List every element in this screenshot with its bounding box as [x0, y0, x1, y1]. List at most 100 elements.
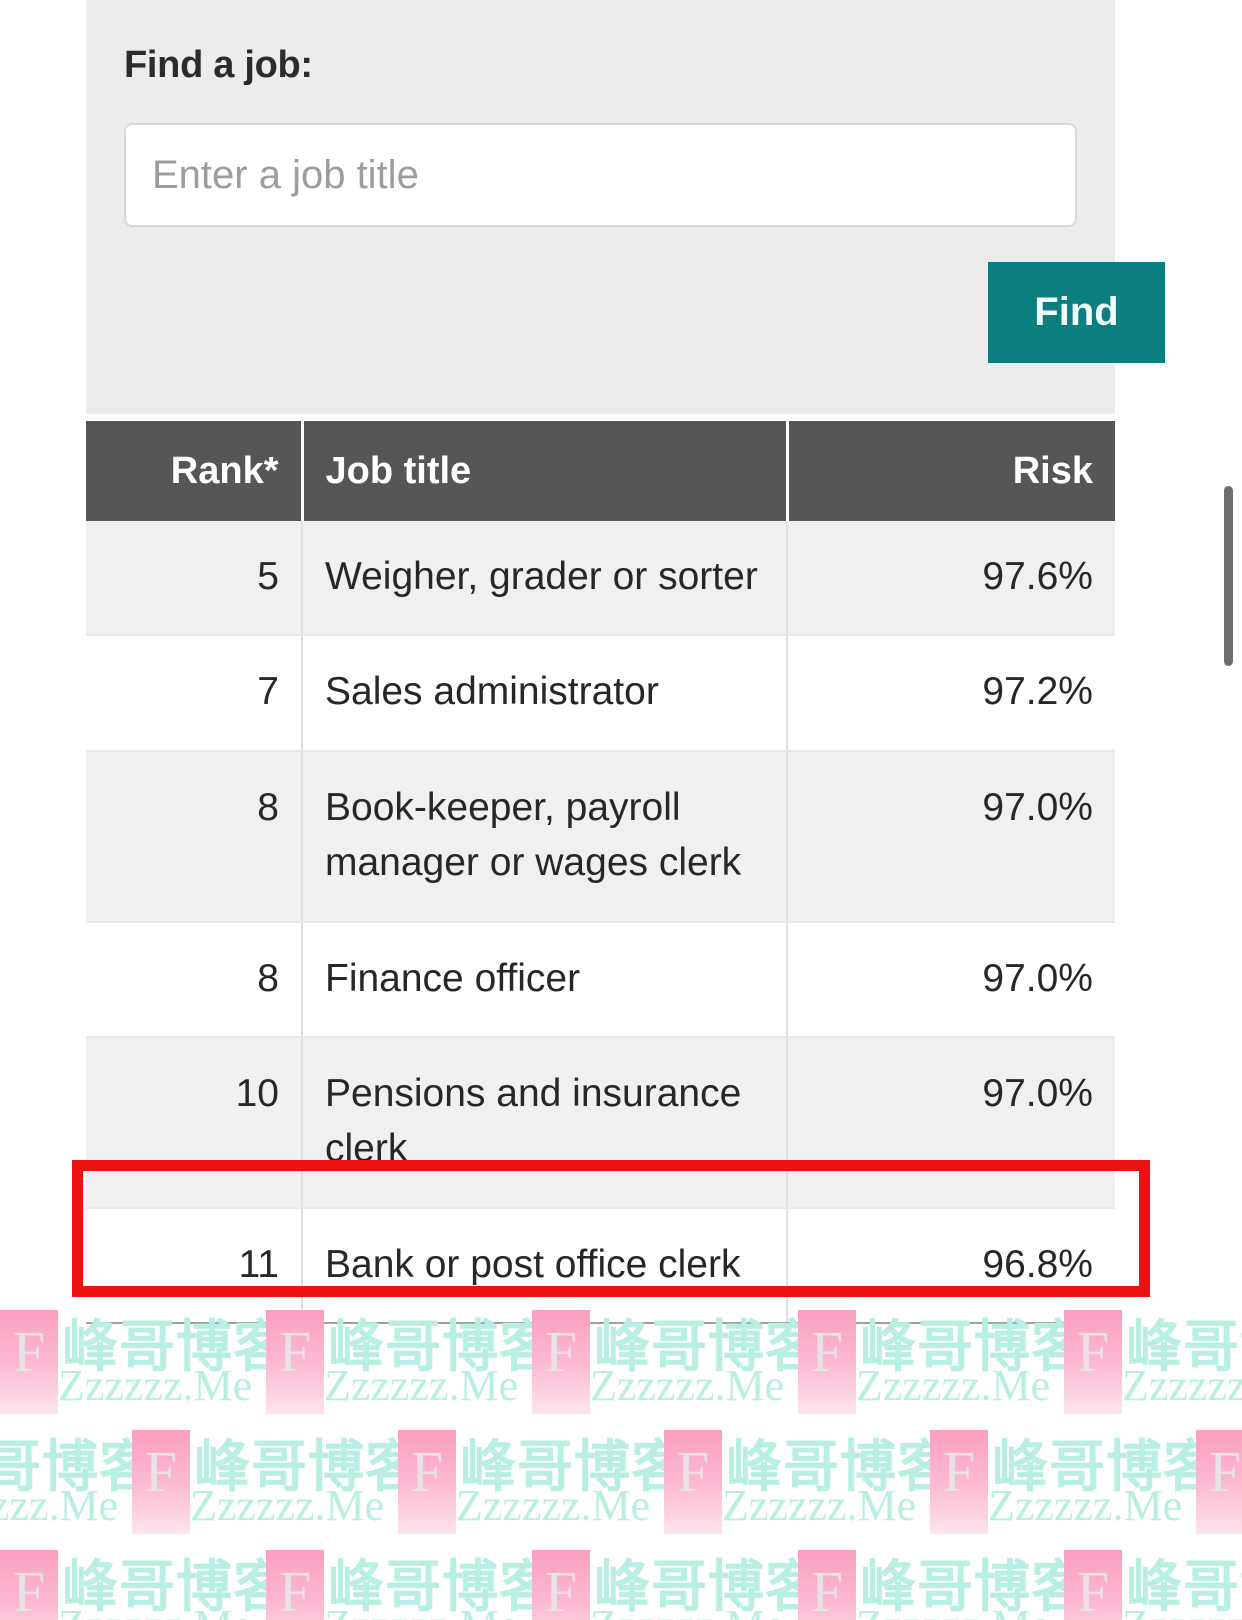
watermark-cn-text: 峰哥博客 — [860, 1555, 1088, 1620]
watermark-en-text: Zzzzzz.Me — [456, 1481, 651, 1530]
watermark-tile: F峰哥博客Zzzzzz.Me — [266, 1542, 555, 1620]
cell-rank: 8 — [86, 750, 303, 923]
cell-rank: 7 — [86, 635, 303, 752]
watermark-tile: F峰哥博客Zzzzzz.Me — [664, 1422, 953, 1542]
watermark-badge-icon — [1196, 1430, 1242, 1534]
watermark-badge-icon — [266, 1310, 324, 1414]
watermark-tile: F 峰哥博客Zzzzzz.Me — [1064, 1542, 1242, 1620]
watermark-badge-icon — [930, 1430, 988, 1534]
watermark-badge-icon — [664, 1430, 722, 1534]
watermark-en-text: Zzzzzz.Me — [324, 1361, 519, 1410]
watermark-badge-letter: F — [676, 1439, 710, 1504]
watermark-cn-text: 峰哥博客 — [594, 1555, 822, 1620]
watermark-badge-letter: F — [278, 1319, 312, 1384]
vertical-scrollbar-thumb[interactable] — [1224, 486, 1233, 666]
cell-job-title: Pensions and insurance clerk — [302, 1036, 788, 1209]
watermark-cn-text: 峰哥博客 — [0, 1435, 156, 1500]
cell-job-title: Sales administrator — [302, 635, 788, 752]
cell-job-title: Bank or post office clerk — [302, 1207, 788, 1325]
table-body: 5 Weigher, grader or sorter 97.6% 7 Sales ad… — [86, 521, 1115, 1325]
watermark-badge-icon — [798, 1550, 856, 1620]
watermark-tile: F峰哥博客Zzzzzz.Me — [132, 1422, 421, 1542]
watermark-cn-text: 峰哥博客 — [194, 1435, 422, 1500]
watermark-cn-text: 峰哥博客 — [1126, 1315, 1242, 1380]
watermark-badge-letter: F — [810, 1319, 844, 1384]
watermark-cn-text: 峰哥博客 — [726, 1435, 954, 1500]
watermark-overlay: F 峰哥博客 Zzzzzz.Me F 峰哥博客 Zzzzzz.Me F 峰哥博客 Zzzzzz.… — [0, 1298, 1242, 1620]
watermark-en-text: Zzzzzz.Me — [988, 1481, 1183, 1530]
table-header: Rank* Job title Risk — [86, 421, 1115, 521]
cell-rank: 11 — [86, 1207, 303, 1325]
watermark-cn-text: 峰哥博客 — [992, 1435, 1220, 1500]
table-row[interactable]: 8 Finance officer 97.0% — [86, 921, 1115, 1038]
cell-risk: 97.0% — [787, 750, 1115, 923]
watermark-badge-letter: F — [942, 1439, 976, 1504]
watermark-badge-letter: F — [278, 1559, 312, 1620]
watermark-tile: F峰哥博客Zzzzzz.Me — [0, 1422, 155, 1542]
watermark-badge-letter: F — [1076, 1319, 1110, 1384]
watermark-badge-letter: F — [810, 1559, 844, 1620]
cell-job-title: Weigher, grader or sorter — [302, 521, 788, 637]
page-title: Find a job: — [124, 44, 313, 86]
watermark-badge-icon — [532, 1310, 590, 1414]
watermark-cn-text: 峰哥博客 — [1126, 1555, 1242, 1620]
watermark-badge-letter: F — [544, 1319, 578, 1384]
watermark-badge-letter: F — [1208, 1439, 1242, 1504]
watermark-en-text: Zzzzzz.Me — [58, 1361, 253, 1410]
cell-rank: 8 — [86, 921, 303, 1038]
cell-risk: 96.8% — [787, 1207, 1115, 1325]
watermark-badge-icon — [798, 1310, 856, 1414]
column-header-risk[interactable]: Risk — [787, 421, 1115, 521]
watermark-badge-icon — [1064, 1550, 1122, 1620]
watermark-en-text: Zzzzzz.Me — [1122, 1600, 1242, 1620]
watermark-badge-icon — [398, 1430, 456, 1534]
watermark-en-text: Zzzzzz.Me — [324, 1600, 518, 1620]
watermark-badge-icon — [532, 1550, 590, 1620]
table-row[interactable]: 10 Pensions and insurance clerk 97.0% — [86, 1036, 1115, 1209]
watermark-tile: F 峰哥博客Zzzzzz.Me — [798, 1542, 1087, 1620]
column-header-rank[interactable]: Rank* — [86, 421, 304, 521]
table-row[interactable]: 8 Book-keeper, payroll manager or wages c… — [86, 750, 1115, 923]
watermark-tile: F峰哥博客Zzzzzz.Me — [398, 1422, 687, 1542]
table-row[interactable]: 7 Sales administrator 97.2% — [86, 635, 1115, 752]
watermark-cn-text: 峰哥博客 — [0, 1542, 24, 1620]
watermark-badge-icon — [1064, 1310, 1122, 1414]
watermark-cn-text: 峰哥博客 — [460, 1435, 688, 1500]
watermark-tile: F峰哥博客Zzzzzz.Me — [0, 1542, 289, 1620]
table-row[interactable]: 11 Bank or post office clerk 96.8% — [86, 1207, 1115, 1325]
watermark-en-text: Zzzzzz.Me — [1122, 1361, 1242, 1410]
cell-rank: 5 — [86, 521, 303, 637]
table-row[interactable]: 5 Weigher, grader or sorter 97.6% — [86, 521, 1115, 637]
cell-risk: 97.0% — [787, 921, 1115, 1038]
cell-risk: 97.6% — [787, 521, 1115, 637]
watermark-cn-text: 峰哥博客 — [62, 1555, 290, 1620]
watermark-tile: F峰哥博客Zzzzzz.Me — [532, 1542, 821, 1620]
watermark-badge-icon — [0, 1310, 58, 1414]
watermark-badge-letter: F — [410, 1439, 444, 1504]
watermark-en-text: Zzzzzz.Me — [856, 1600, 1050, 1620]
watermark-tile: F峰哥博客Zzzzzz.Me — [930, 1422, 1219, 1542]
watermark-badge-icon — [0, 1550, 58, 1620]
watermark-cn-text: 峰哥博客 — [0, 1302, 24, 1383]
find-button[interactable]: Find — [988, 262, 1165, 363]
cell-risk: 97.2% — [787, 635, 1115, 752]
watermark-badge-letter: F — [12, 1319, 46, 1384]
watermark-badge-letter: F — [1076, 1559, 1110, 1620]
watermark-badge-letter: F — [144, 1439, 178, 1504]
watermark-en-text: Zzzzzz.Me — [722, 1481, 917, 1530]
search-input[interactable] — [124, 123, 1077, 227]
watermark-en-text: Zzzzzz.Me — [590, 1361, 785, 1410]
column-header-job-title[interactable]: Job title — [302, 421, 789, 521]
cell-job-title: Book-keeper, payroll manager or wages cl… — [302, 750, 788, 923]
watermark-en-text: Zzzzzz.Me — [856, 1361, 1051, 1410]
cell-risk: 97.0% — [787, 1036, 1115, 1209]
watermark-badge-letter: F — [12, 1559, 46, 1620]
cell-rank: 10 — [86, 1036, 303, 1209]
watermark-badge-icon — [266, 1550, 324, 1620]
watermark-en-text: Zzzzzz.Me — [0, 1481, 119, 1530]
jobs-risk-table: Rank* Job title Risk 5 Weigher, grader or… — [86, 421, 1115, 1325]
watermark-tile: F峰哥博客Zzzzzz.Me — [1196, 1422, 1242, 1542]
search-panel: Find a job: Find — [86, 0, 1165, 414]
table-header-row: Rank* Job title Risk — [86, 421, 1115, 521]
watermark-en-text: Zzzzzz.Me — [190, 1481, 385, 1530]
